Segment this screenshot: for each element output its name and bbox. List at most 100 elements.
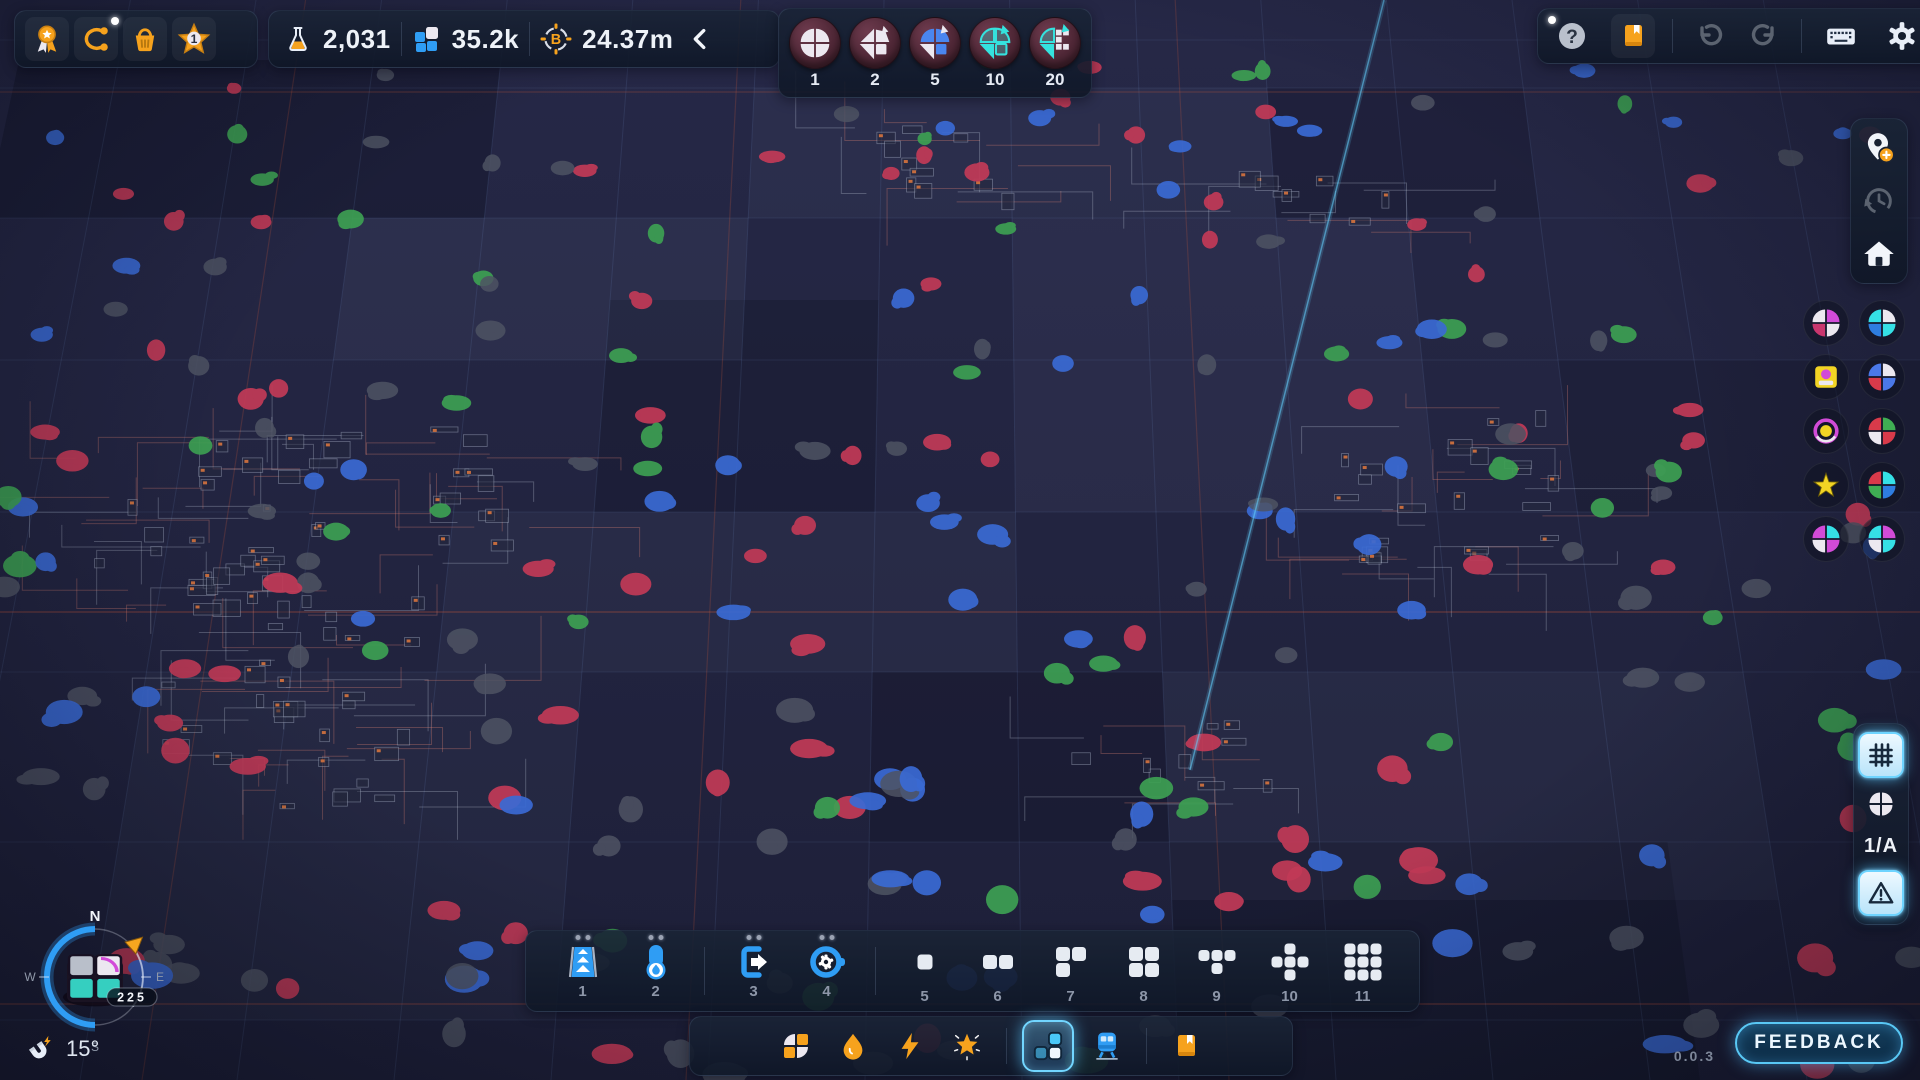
warnings-button[interactable] [1858, 870, 1904, 916]
book-icon [1618, 21, 1648, 51]
milestone-badge-20[interactable]: 20 [1029, 17, 1081, 90]
divider [401, 22, 402, 56]
pinned-shape-badge[interactable] [1803, 300, 1849, 346]
grid-toggle-button[interactable] [1858, 732, 1904, 778]
sparkle-star-icon [951, 1030, 983, 1062]
chevron-left-icon[interactable] [687, 25, 713, 53]
divider [1146, 1028, 1147, 1064]
tab-effects[interactable] [943, 1022, 991, 1070]
train-icon [1091, 1030, 1123, 1062]
slot-number: 4 [822, 983, 830, 1000]
shape-overview-icon [1867, 790, 1895, 818]
pinned-shape-badge[interactable] [1803, 516, 1849, 562]
category-bar-panel [689, 1016, 1293, 1076]
toolbar-slot-gear-module[interactable]: 4 [790, 933, 863, 1009]
home-button[interactable] [1857, 232, 1901, 276]
toolbar-slot-platform-L[interactable]: 7 [1034, 933, 1107, 1009]
compass-heading-pill: 225 [107, 988, 157, 1006]
shop-notification-dot [111, 17, 119, 25]
toolbar-slot-launcher[interactable]: 3 [717, 933, 790, 1009]
feedback-button[interactable]: FEEDBACK [1735, 1022, 1903, 1064]
shop-button[interactable] [123, 17, 167, 61]
platform-cross-icon [1270, 942, 1310, 987]
pinned-shape-badge[interactable] [1859, 354, 1905, 400]
shape-badge-icon [1029, 17, 1081, 69]
tab-fluids[interactable] [829, 1022, 877, 1070]
milestone-badge-5[interactable]: 5 [909, 17, 961, 90]
help-glyph: ? [1566, 27, 1578, 48]
view-controls-panel: 1/A [1853, 723, 1909, 925]
compass-heading-arrow [125, 931, 148, 954]
redo-icon [1750, 21, 1780, 51]
divider [1801, 19, 1802, 53]
version-label: 0.0.3 [1655, 1048, 1715, 1064]
star-rank-icon: 1 [177, 22, 211, 56]
milestone-badges-panel: 1 2 [778, 8, 1092, 98]
map-canvas[interactable] [0, 0, 1920, 1080]
toolbar-slot-platform-2x2[interactable]: 8 [1107, 933, 1180, 1009]
slot-number: 5 [920, 988, 928, 1005]
toolbar-slot-platform-1x1[interactable]: 5 [888, 933, 961, 1009]
energy-icon [895, 1031, 925, 1061]
pinned-shape-badge[interactable] [1859, 408, 1905, 454]
operator-level-value: 1 [191, 32, 198, 46]
add-marker-button[interactable] [1857, 126, 1901, 170]
toolbar-slot-belt[interactable]: 1 [546, 933, 619, 1009]
tab-energy[interactable] [886, 1022, 934, 1070]
shape-badge-icon [849, 17, 901, 69]
achievements-button[interactable] [25, 17, 69, 61]
slot-number: 6 [993, 988, 1001, 1005]
toolbar-slot-platform-3x3[interactable]: 11 [1326, 933, 1399, 1009]
gear-icon [1886, 20, 1918, 52]
camera-pitch-value: 15° [66, 1036, 99, 1062]
keyboard-icon [1824, 19, 1858, 53]
milestone-badge-1[interactable]: 1 [789, 17, 841, 90]
platform-3x3-icon [1343, 942, 1383, 987]
pinned-shapes-grid [1802, 296, 1906, 566]
divider [875, 947, 876, 995]
milestone-count: 20 [1046, 70, 1065, 90]
undo-button[interactable] [1690, 14, 1728, 58]
variant-dots [746, 935, 761, 940]
toolbar-slot-platform-1x2[interactable]: 6 [961, 933, 1034, 1009]
tab-trains[interactable] [1083, 1022, 1131, 1070]
pinned-shape-badge[interactable] [1859, 300, 1905, 346]
magnet-icon [24, 1034, 54, 1064]
keyboard-shortcuts-button[interactable] [1819, 14, 1863, 58]
redo-button[interactable] [1746, 14, 1784, 58]
pinned-shape-badge[interactable] [1859, 516, 1905, 562]
milestone-badge-2[interactable]: 2 [849, 17, 901, 90]
guide-book-button[interactable] [1611, 14, 1655, 58]
gear-module-icon [807, 942, 847, 982]
toolbar-slot-pipe[interactable]: 2 [619, 933, 692, 1009]
platform-1x2-icon [978, 942, 1018, 987]
research-points-value: 2,031 [323, 24, 391, 55]
slot-number: 8 [1139, 988, 1147, 1005]
slot-number: 9 [1212, 988, 1220, 1005]
tab-platforms[interactable] [1022, 1020, 1074, 1072]
tab-shapes[interactable] [772, 1022, 820, 1070]
toolbar-slot-platform-cross[interactable]: 10 [1253, 933, 1326, 1009]
pinned-shape-badge[interactable] [1803, 408, 1849, 454]
shape-overview-button[interactable] [1867, 790, 1895, 823]
layer-indicator[interactable]: 1/A [1864, 835, 1898, 858]
slot-number: 1 [578, 983, 586, 1000]
toolbar-slot-platform-T[interactable]: 9 [1180, 933, 1253, 1009]
pinned-shape-badge[interactable] [1803, 354, 1849, 400]
milestone-count: 5 [930, 70, 939, 90]
camera-pitch-widget[interactable]: 15° [24, 1034, 99, 1064]
fluid-icon [838, 1031, 868, 1061]
shapes-icon [781, 1031, 811, 1061]
milestone-badge-10[interactable]: 10 [969, 17, 1021, 90]
help-button[interactable]: ? [1550, 14, 1594, 58]
platform-1x1-icon [905, 942, 945, 987]
slot-number: 2 [651, 983, 659, 1000]
settings-button[interactable] [1880, 14, 1920, 58]
history-button[interactable] [1857, 179, 1901, 223]
medal-icon [32, 24, 62, 54]
history-icon [1862, 184, 1896, 218]
operator-level-button[interactable]: 1 [172, 17, 216, 61]
pinned-shape-badge[interactable] [1859, 462, 1905, 508]
tab-knowledge[interactable] [1162, 1022, 1210, 1070]
pinned-shape-badge[interactable] [1803, 462, 1849, 508]
